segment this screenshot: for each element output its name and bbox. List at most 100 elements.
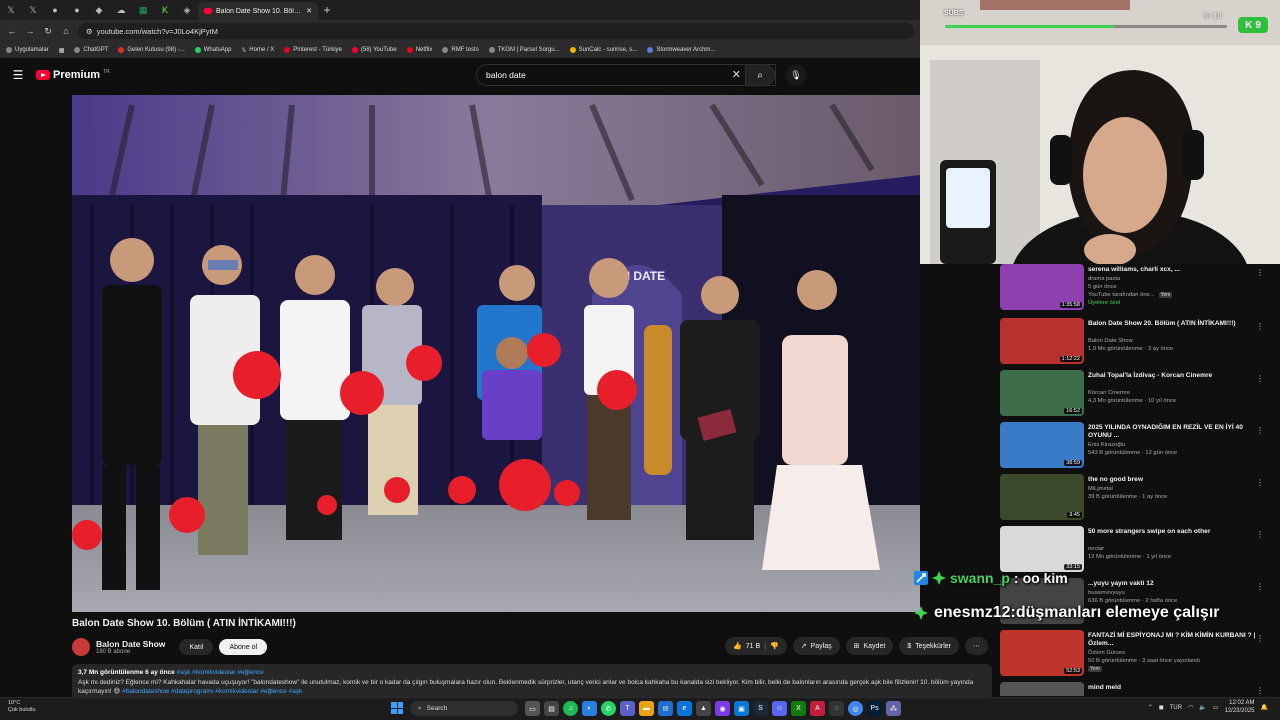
description-box[interactable]: 3,7 Mn görüntülenme 6 ay önce #aşk #komi… <box>72 664 992 700</box>
language-indicator[interactable]: TUR <box>1170 705 1182 711</box>
search-box[interactable]: balon date ✕ ⌕ <box>476 64 776 86</box>
volume-icon[interactable]: 🔈 <box>1199 704 1206 711</box>
voice-search-icon[interactable]: 🎙 <box>786 64 806 86</box>
video-thumbnail[interactable] <box>1000 682 1084 696</box>
suggested-video-title[interactable]: the no good brew <box>1088 476 1258 484</box>
x-icon[interactable]: 𝕏 <box>0 0 22 20</box>
more-options-icon[interactable]: ⋮ <box>1256 374 1264 383</box>
app-icon[interactable]: ◌ <box>829 701 844 716</box>
suggested-video[interactable]: 1:35:58 serena williams, charli xcx, ... d… <box>1000 264 1272 314</box>
task-view-icon[interactable]: ▭ <box>525 701 540 716</box>
suggested-video-title[interactable]: 50 more strangers swipe on each other <box>1088 528 1258 536</box>
more-options-icon[interactable]: ⋮ <box>1256 268 1264 277</box>
more-options-icon[interactable]: ⋮ <box>1256 426 1264 435</box>
store-icon[interactable]: ▣ <box>734 701 749 716</box>
bookmark-item[interactable]: RMF tests <box>442 47 479 53</box>
file-explorer-icon[interactable]: ▬ <box>639 701 654 716</box>
discord-icon[interactable]: ☺ <box>772 701 787 716</box>
video-player[interactable]: ON DATE <box>72 95 920 612</box>
search-input[interactable]: balon date <box>486 70 526 80</box>
more-options-icon[interactable]: ⋮ <box>1256 582 1264 591</box>
search-button[interactable]: ⌕ <box>745 64 775 86</box>
notifications-icon[interactable]: 🔔 <box>1261 704 1268 711</box>
whatsapp-icon[interactable]: ✆ <box>601 701 616 716</box>
steam-icon[interactable]: S <box>753 701 768 716</box>
suggested-video[interactable]: 52:53 FANTAZİ Mİ ESPİYONAJ MI ? KİM KİMİN… <box>1000 630 1272 680</box>
more-actions-button[interactable]: ⋯ <box>965 637 988 655</box>
suggested-video[interactable]: 3:45 the no good brew MiLjmetal 39 B görünt… <box>1000 474 1272 524</box>
app-icon[interactable]: A <box>810 701 825 716</box>
more-options-icon[interactable]: ⋮ <box>1256 322 1264 331</box>
more-options-icon[interactable]: ⋮ <box>1256 478 1264 487</box>
app-icon[interactable]: ⁂ <box>886 701 901 716</box>
bookmark-item[interactable]: SunCalc - sunrise, s... <box>569 47 637 53</box>
weather-widget[interactable]: 10°C Çok bulutlu <box>8 700 36 714</box>
bookmark-item[interactable]: Netflix <box>406 47 432 53</box>
suggested-video[interactable]: 1:12:22 Balon Date Show 20. Bölüm ( ATIN … <box>1000 318 1272 368</box>
meta-tags[interactable]: #aşk #komikvideolar #eğlence <box>177 669 264 676</box>
new-tab-button[interactable]: + <box>318 3 336 17</box>
suggested-channel[interactable]: MiLjmetal <box>1088 486 1113 492</box>
github-icon[interactable]: ● <box>44 0 66 20</box>
spotify-icon[interactable]: ♫ <box>563 701 578 716</box>
tab-icon[interactable]: ◈ <box>176 0 198 20</box>
github-icon[interactable]: ● <box>66 0 88 20</box>
suggested-video-title[interactable]: mind meld <box>1088 684 1258 692</box>
tab-icon[interactable]: ☁ <box>110 0 132 20</box>
bookmark-item[interactable]: WhatsApp <box>194 47 231 53</box>
suggested-video[interactable]: 38:59 2025 YILINDA OYNADIĞIM EN REZİL VE … <box>1000 422 1272 472</box>
tab-icon[interactable]: ◆ <box>88 0 110 20</box>
bookmark-item[interactable]: TKGM | Parsel Sorgu... <box>488 47 560 53</box>
suggested-video-title[interactable]: Balon Date Show 20. Bölüm ( ATIN İNTİKAM… <box>1088 320 1258 328</box>
x-icon[interactable]: 𝕏 <box>22 0 44 20</box>
reload-icon[interactable]: ↻ <box>42 26 54 37</box>
suggested-video-title[interactable]: serena williams, charli xcx, ... <box>1088 266 1258 274</box>
bookmark-item[interactable]: (58) YouTube <box>351 47 397 53</box>
clear-search-icon[interactable]: ✕ <box>732 68 741 81</box>
photoshop-icon[interactable]: Ps <box>867 701 882 716</box>
more-options-icon[interactable]: ⋮ <box>1256 634 1264 643</box>
channel-avatar[interactable] <box>72 638 90 656</box>
channel-name[interactable]: Balon Date Show <box>96 639 165 649</box>
taskbar-search[interactable]: ⌕ Search <box>410 701 518 716</box>
sheet-icon[interactable]: ▦ <box>132 0 154 20</box>
join-button[interactable]: Katıl <box>179 639 214 655</box>
k-icon[interactable]: K <box>154 0 176 20</box>
suggested-channel[interactable]: Balon Date Show <box>1088 338 1133 344</box>
app-icon[interactable]: ◉ <box>715 701 730 716</box>
more-options-icon[interactable]: ⋮ <box>1256 530 1264 539</box>
suggested-channel[interactable]: Korcan Cinemre <box>1088 390 1130 396</box>
suggested-channel[interactable]: Özlem Gürses <box>1088 650 1125 656</box>
app-tray-icon[interactable]: ◼ <box>1159 704 1164 711</box>
bookmark-item[interactable]: Stormweaver Archm... <box>647 47 715 53</box>
bookmark-item[interactable]: ▦ <box>59 47 65 54</box>
wifi-icon[interactable]: ◠ <box>1188 704 1193 711</box>
url-field[interactable]: ⚙ youtube.com/watch?v=J0Lo4KjPytM <box>78 23 914 39</box>
suggested-video[interactable]: 33:15 50 more strangers swipe on each oth… <box>1000 526 1272 576</box>
video-thumbnail[interactable]: 1:12:22 <box>1000 318 1084 364</box>
chat-username[interactable]: enesmz12 <box>934 604 1011 622</box>
back-icon[interactable]: ← <box>6 26 18 36</box>
subscribe-button[interactable]: Abone ol <box>219 639 268 655</box>
suggested-video[interactable]: mind meld ⋮ <box>1000 682 1272 696</box>
share-button[interactable]: ↗ Paylaş <box>792 637 840 655</box>
mail-icon[interactable]: ✉ <box>658 701 673 716</box>
chat-username[interactable]: swann_p <box>950 570 1010 586</box>
youtube-logo[interactable]: Premium TR <box>36 69 110 81</box>
video-thumbnail[interactable]: 16:52 <box>1000 370 1084 416</box>
thanks-button[interactable]: $ Teşekkürler <box>899 637 959 655</box>
bookmark-item[interactable]: 𝕏 Home / X <box>241 47 274 54</box>
xbox-icon[interactable]: X <box>791 701 806 716</box>
suggested-channel[interactable]: drama pasta <box>1088 276 1120 282</box>
bookmark-item[interactable]: Gelen Kutusu (98) -... <box>118 47 185 53</box>
chevron-up-icon[interactable]: ⌃ <box>1148 704 1153 711</box>
bookmark-item[interactable]: ChatGPT <box>74 47 108 53</box>
site-info-icon[interactable]: ⚙ <box>86 27 93 36</box>
edge-icon[interactable]: e <box>677 701 692 716</box>
bookmark-item[interactable]: Pinterest - Türkiye <box>284 47 342 53</box>
chrome-icon[interactable]: ◎ <box>848 701 863 716</box>
app-icon[interactable]: ▲ <box>696 701 711 716</box>
copilot-icon[interactable]: ◐ <box>582 701 597 716</box>
active-tab[interactable]: Balon Date Show 10. Bölüm ( A ✕ <box>198 2 318 20</box>
suggested-video-title[interactable]: 2025 YILINDA OYNADIĞIM EN REZİL VE EN İY… <box>1088 424 1258 441</box>
